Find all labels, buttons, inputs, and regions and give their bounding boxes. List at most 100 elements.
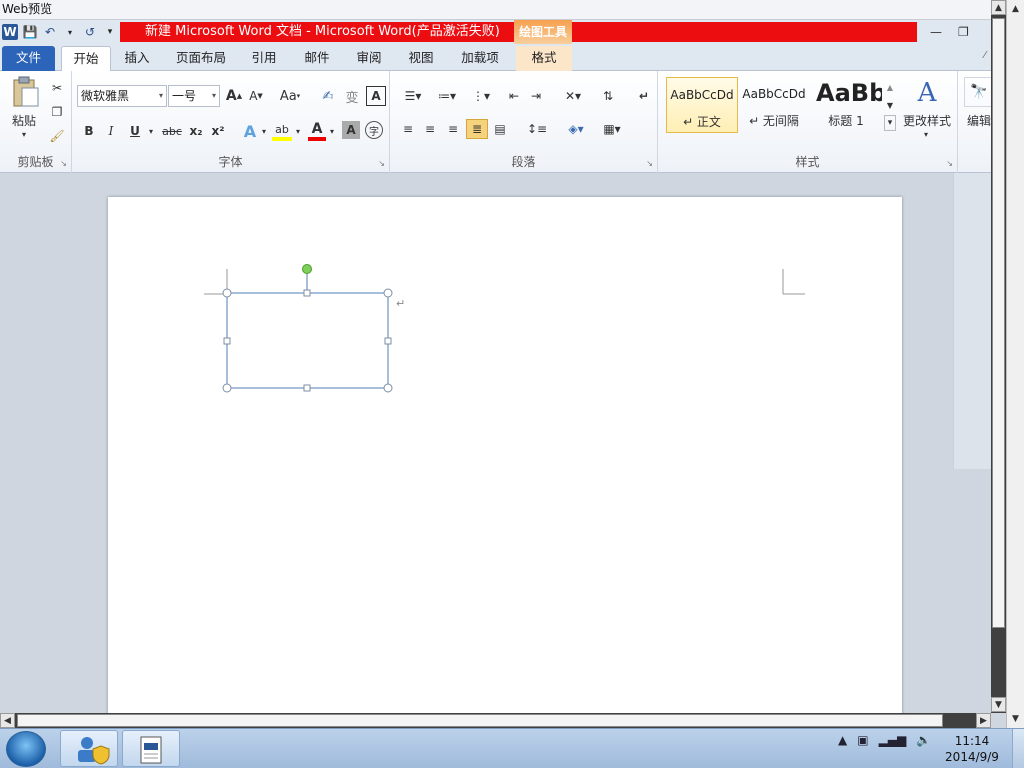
styles-more-icon[interactable]: ▾	[884, 115, 896, 131]
scroll-down-arrow-icon[interactable]: ▼	[1008, 712, 1023, 727]
change-case-icon[interactable]: Aa ▾	[276, 86, 304, 106]
align-left-icon[interactable]: ≡	[398, 119, 418, 139]
bold-button[interactable]: B	[80, 121, 98, 141]
document-vertical-scrollbar[interactable]: ▲ ▼	[991, 0, 1006, 713]
vscroll-up-icon[interactable]: ▲	[991, 0, 1006, 15]
paste-dropdown-icon[interactable]: ▾	[18, 129, 30, 139]
grow-font-icon[interactable]: A ▲	[224, 86, 244, 106]
paste-button[interactable]: 粘贴	[6, 111, 42, 129]
justify-icon[interactable]: ≣	[466, 119, 488, 139]
tab-review[interactable]: 审阅	[349, 46, 389, 71]
change-styles-button[interactable]: 更改样式	[898, 111, 956, 129]
save-icon[interactable]: 💾	[22, 24, 38, 40]
shading-icon[interactable]: ◈▾	[562, 119, 590, 139]
paragraph-launcher-icon[interactable]: ↘	[646, 159, 653, 168]
highlight-dropdown-icon[interactable]: ▾	[294, 121, 302, 141]
style-no-spacing[interactable]: AaBbCcDd ↵ 无间隔	[738, 77, 810, 133]
tab-addins[interactable]: 加载项	[454, 46, 506, 71]
change-styles-icon[interactable]: A	[910, 77, 944, 109]
document-page[interactable]: ↵	[108, 197, 902, 717]
vscroll-down-icon[interactable]: ▼	[991, 697, 1006, 712]
chinese-layout-icon[interactable]: ✕▾	[558, 86, 588, 106]
style-heading-1[interactable]: AaBb 标题 1	[810, 77, 882, 133]
undo-icon[interactable]: ↶	[42, 24, 58, 40]
hscroll-thumb[interactable]	[17, 714, 943, 727]
line-spacing-icon[interactable]: ↕≡	[524, 119, 550, 139]
styles-launcher-icon[interactable]: ↘	[946, 159, 953, 168]
paste-icon[interactable]	[8, 75, 42, 109]
restore-icon[interactable]: ❐	[958, 25, 969, 39]
tab-references[interactable]: 引用	[244, 46, 284, 71]
bullets-icon[interactable]: ☰▾	[398, 86, 428, 106]
volume-icon[interactable]: 🔈	[916, 733, 931, 747]
show-desktop-button[interactable]	[1012, 729, 1024, 768]
copy-icon[interactable]: ❐	[48, 103, 66, 121]
tab-page-layout[interactable]: 页面布局	[170, 46, 232, 71]
font-name-combo[interactable]: 微软雅黑 ▾	[77, 85, 167, 107]
font-launcher-icon[interactable]: ↘	[378, 159, 385, 168]
help-icon[interactable]: ⁄	[984, 50, 986, 61]
align-right-icon[interactable]: ≡	[443, 119, 463, 139]
hscroll-right-icon[interactable]: ▶	[976, 713, 991, 728]
font-color-dropdown-icon[interactable]: ▾	[328, 121, 336, 141]
usb-device-icon[interactable]: ▣	[857, 733, 868, 747]
phonetic-guide-icon[interactable]: 变	[342, 86, 362, 106]
tab-file[interactable]: 文件	[2, 46, 55, 71]
distributed-icon[interactable]: ▤	[490, 119, 510, 139]
styles-scroll-down-icon[interactable]: ▼	[884, 97, 896, 113]
start-button[interactable]	[6, 731, 46, 767]
customize-qat-icon[interactable]: ▾	[102, 24, 118, 40]
align-center-icon[interactable]: ≡	[420, 119, 440, 139]
font-size-dropdown-icon[interactable]: ▾	[212, 86, 216, 106]
tab-format[interactable]: 格式	[516, 46, 572, 71]
font-name-dropdown-icon[interactable]: ▾	[159, 86, 163, 106]
tab-home[interactable]: 开始	[61, 46, 111, 71]
format-painter-icon[interactable]: 🖌	[48, 127, 66, 145]
highlight-icon[interactable]: ab	[272, 121, 292, 141]
underline-dropdown-icon[interactable]: ▾	[146, 121, 156, 141]
text-effects-icon[interactable]: A	[240, 121, 260, 141]
redo-icon[interactable]: ↺	[82, 24, 98, 40]
tab-view[interactable]: 视图	[401, 46, 441, 71]
shrink-font-icon[interactable]: A ▼	[246, 86, 266, 106]
change-styles-dropdown-icon[interactable]: ▾	[920, 129, 932, 139]
increase-indent-icon[interactable]: ⇥	[526, 86, 546, 106]
clear-formatting-icon[interactable]: ✍	[318, 86, 338, 106]
multilevel-list-icon[interactable]: ⋮▾	[466, 86, 496, 106]
sort-icon[interactable]: ⇅	[598, 86, 618, 106]
strikethrough-button[interactable]: abc	[160, 121, 184, 141]
hscroll-left-icon[interactable]: ◀	[0, 713, 15, 728]
scroll-up-arrow-icon[interactable]: ▲	[1008, 2, 1023, 17]
italic-button[interactable]: I	[102, 121, 120, 141]
tab-mailings[interactable]: 邮件	[297, 46, 337, 71]
find-icon[interactable]: 🔭	[964, 77, 991, 107]
font-size-combo[interactable]: 一号 ▾	[168, 85, 220, 107]
preview-scrollbar[interactable]: ▲ ▼	[1006, 0, 1024, 730]
numbering-icon[interactable]: ≔▾	[432, 86, 462, 106]
horizontal-scrollbar[interactable]: ◀ ▶	[0, 713, 991, 728]
clock[interactable]: 11:14 2014/9/9	[940, 733, 1004, 765]
decrease-indent-icon[interactable]: ⇤	[504, 86, 524, 106]
character-border-icon[interactable]: A	[366, 86, 386, 106]
superscript-button[interactable]: x²	[208, 121, 228, 141]
cut-icon[interactable]: ✂	[48, 79, 66, 97]
style-normal[interactable]: AaBbCcDd ↵ 正文	[666, 77, 738, 133]
character-shading-icon[interactable]: A	[342, 121, 360, 139]
text-effects-dropdown-icon[interactable]: ▾	[260, 121, 268, 141]
network-icon[interactable]: ▂▄▆	[879, 733, 907, 747]
underline-button[interactable]: U	[126, 121, 144, 141]
enclose-characters-icon[interactable]: 字	[365, 121, 383, 139]
tray-expand-icon[interactable]: ▲	[838, 733, 847, 747]
word-app-icon[interactable]: W	[2, 24, 18, 40]
taskbar-app-document[interactable]	[122, 730, 180, 767]
styles-scroll-up-icon[interactable]: ▲	[884, 79, 896, 95]
font-color-icon[interactable]: A	[308, 121, 326, 141]
minimize-icon[interactable]: —	[930, 25, 942, 39]
show-marks-icon[interactable]: ↵	[634, 86, 654, 106]
subscript-button[interactable]: x₂	[186, 121, 206, 141]
tab-insert[interactable]: 插入	[117, 46, 157, 71]
taskbar-app-user[interactable]	[60, 730, 118, 767]
vscroll-thumb[interactable]	[992, 18, 1005, 628]
editing-button[interactable]: 编辑	[964, 111, 991, 129]
undo-dropdown-icon[interactable]: ▾	[62, 24, 78, 40]
